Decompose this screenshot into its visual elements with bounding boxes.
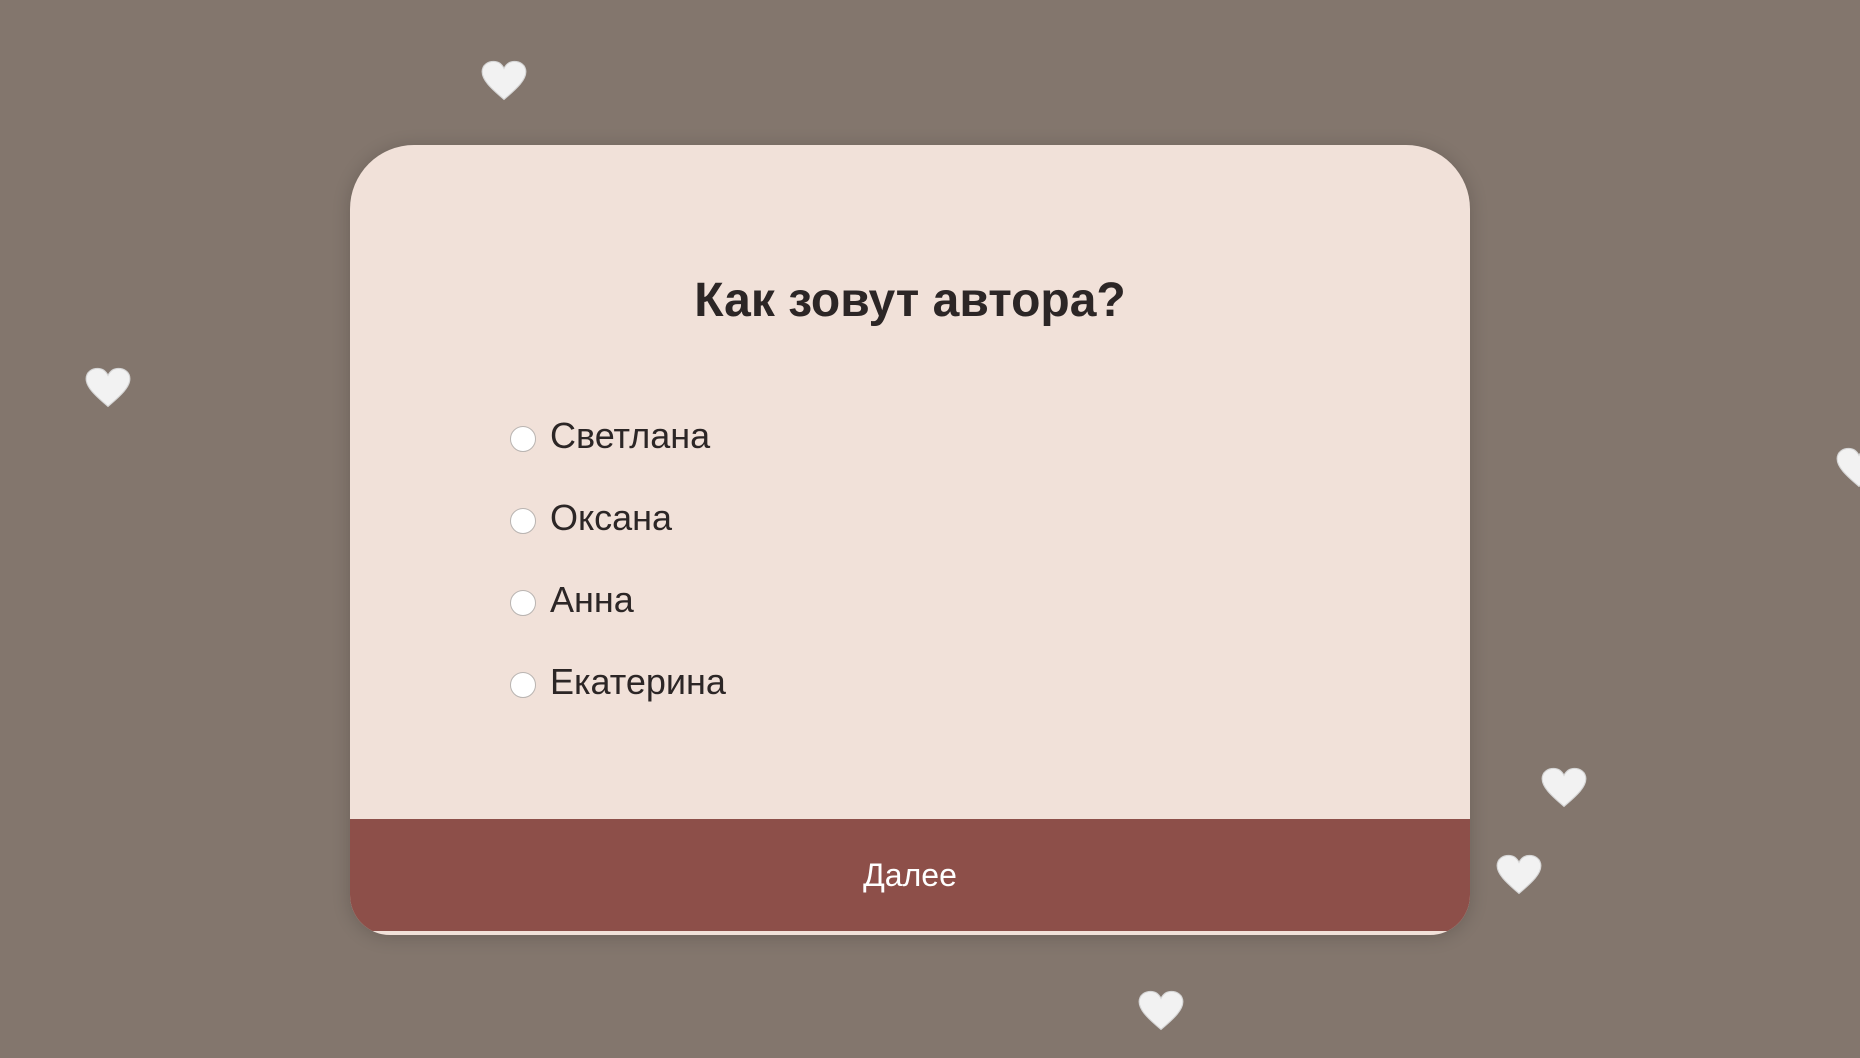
answer-option[interactable]: Екатерина bbox=[510, 641, 726, 723]
answer-option[interactable]: Светлана bbox=[510, 395, 726, 477]
white-heart-icon bbox=[481, 58, 527, 104]
white-heart-icon bbox=[1138, 988, 1184, 1034]
answer-option-label: Оксана bbox=[550, 497, 673, 538]
answer-option-label: Екатерина bbox=[550, 661, 726, 702]
quiz-card: Как зовут автора? Светлана Оксана Анна Е… bbox=[350, 145, 1470, 935]
radio-button[interactable] bbox=[510, 590, 536, 616]
radio-button[interactable] bbox=[510, 426, 536, 452]
next-button[interactable]: Далее bbox=[350, 819, 1470, 931]
answer-options: Светлана Оксана Анна Екатерина bbox=[510, 395, 726, 723]
white-heart-icon bbox=[1541, 765, 1587, 811]
answer-option[interactable]: Анна bbox=[510, 559, 726, 641]
answer-option[interactable]: Оксана bbox=[510, 477, 726, 559]
answer-option-label: Анна bbox=[550, 579, 634, 620]
answer-option-label: Светлана bbox=[550, 415, 711, 456]
question-title: Как зовут автора? bbox=[694, 274, 1126, 327]
white-heart-icon bbox=[85, 365, 131, 411]
radio-button[interactable] bbox=[510, 672, 536, 698]
quiz-page: Как зовут автора? Светлана Оксана Анна Е… bbox=[0, 0, 1860, 1058]
white-heart-icon bbox=[1496, 852, 1542, 898]
white-heart-icon bbox=[1836, 445, 1860, 491]
radio-button[interactable] bbox=[510, 508, 536, 534]
